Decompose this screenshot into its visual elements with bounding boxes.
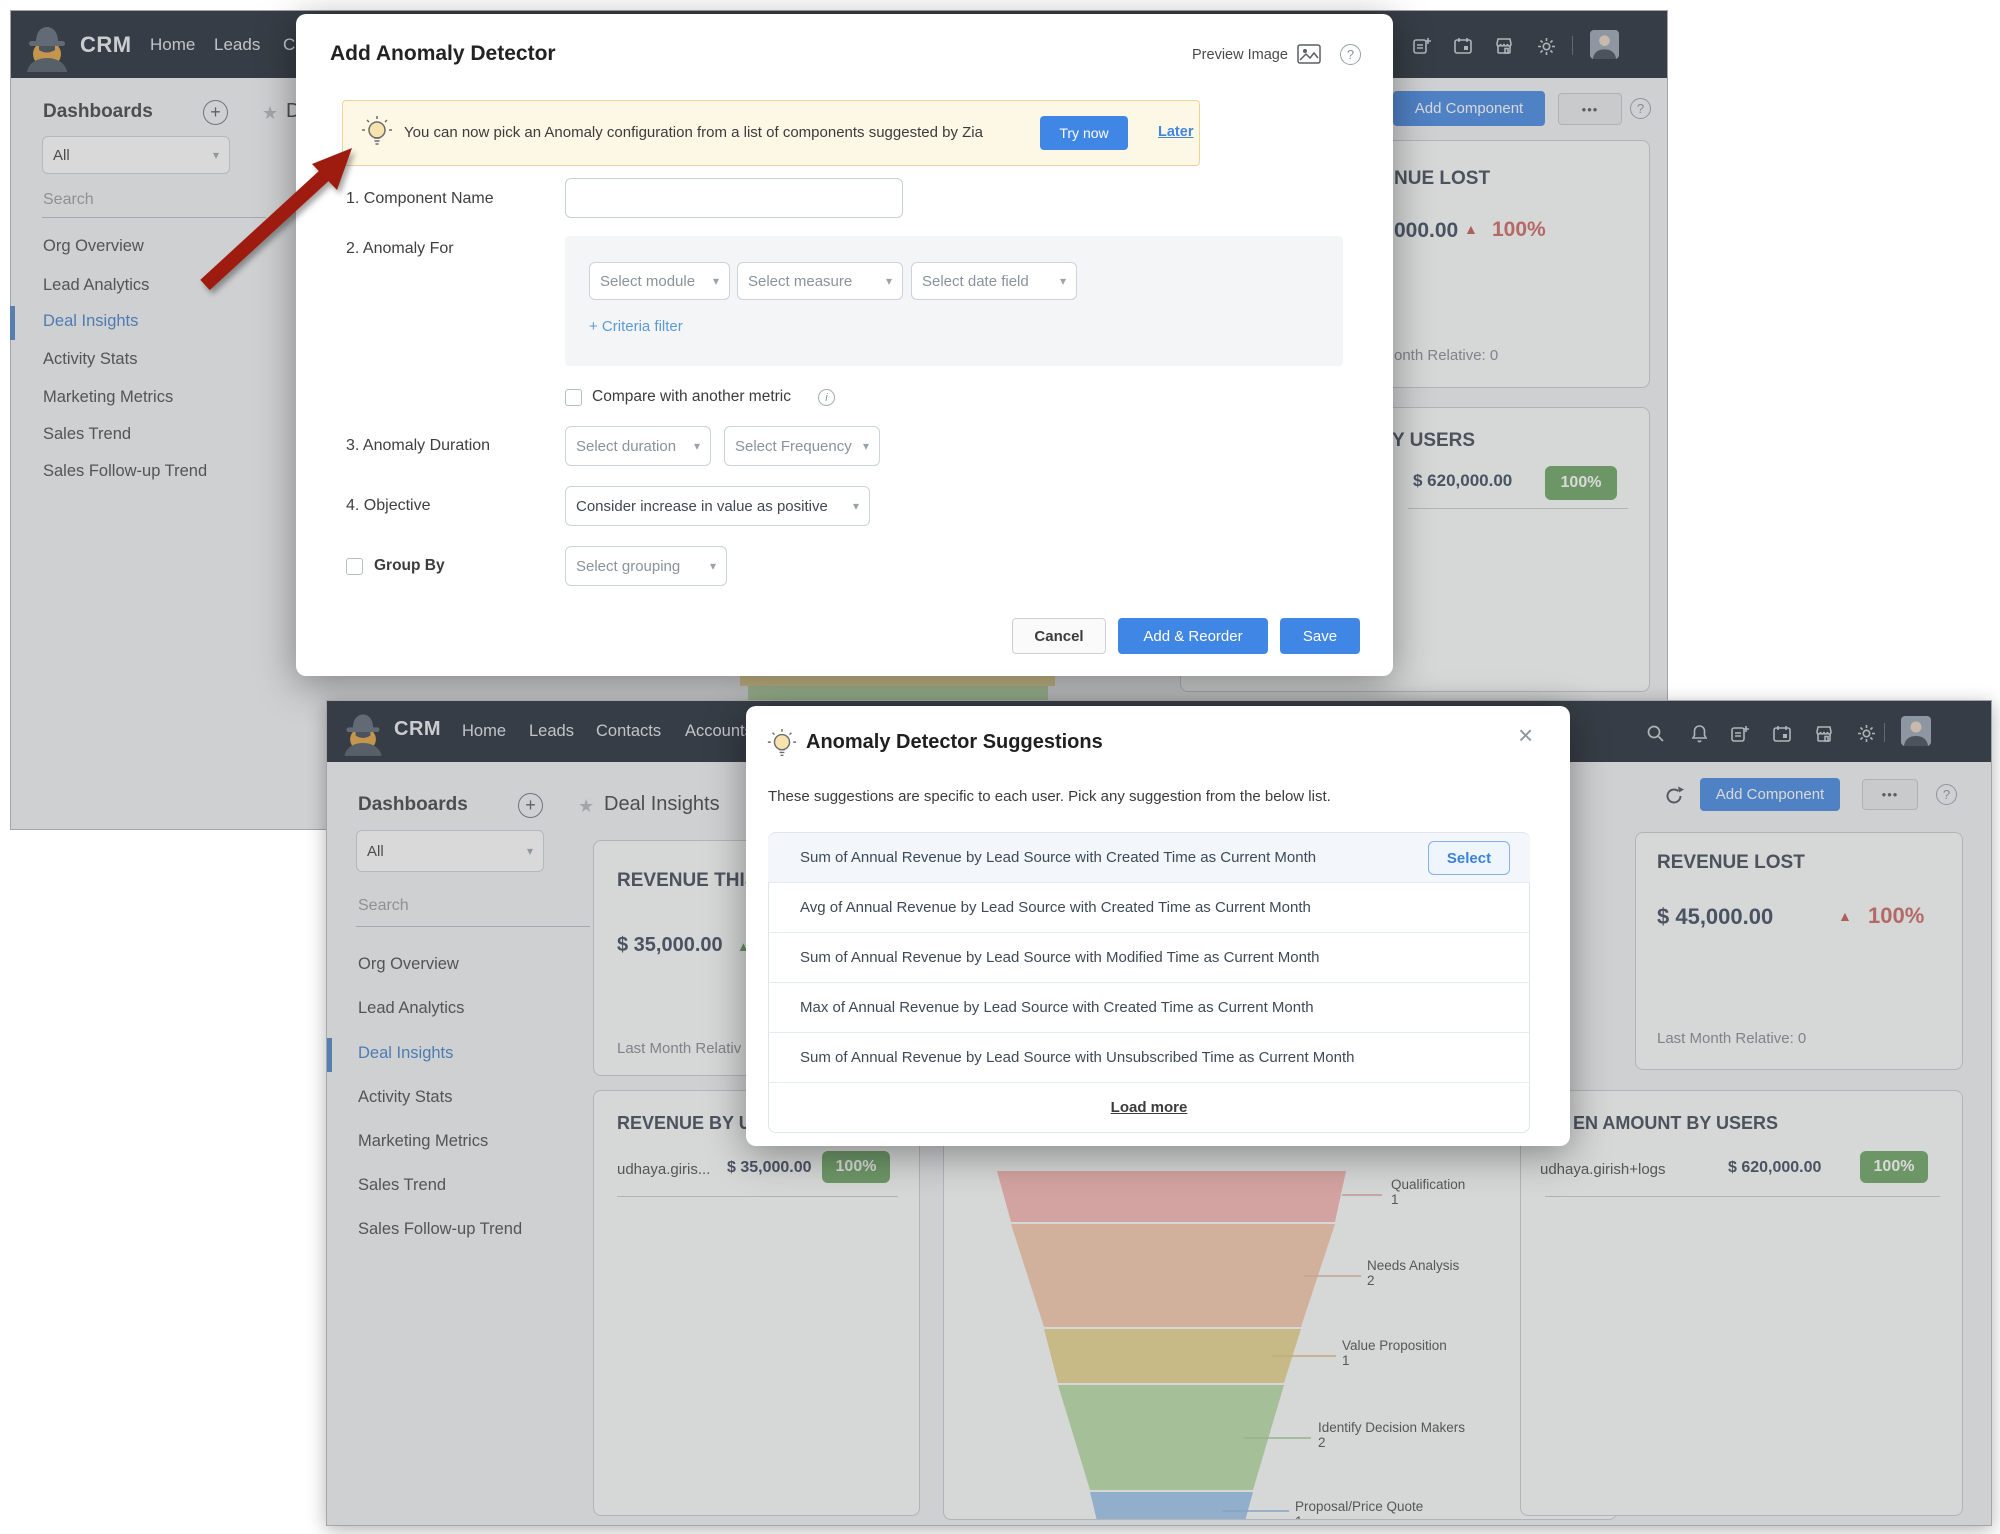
preview-image-icon[interactable] bbox=[1297, 44, 1321, 64]
preview-image-label[interactable]: Preview Image bbox=[1192, 47, 1288, 63]
suggestion-text-3: Sum of Annual Revenue by Lead Source wit… bbox=[768, 949, 1319, 966]
close-icon[interactable] bbox=[1518, 720, 1533, 751]
objective-label: 4. Objective bbox=[346, 497, 430, 515]
objective-dropdown[interactable]: Consider increase in value as positive bbox=[565, 486, 870, 526]
select-suggestion-button[interactable]: Select bbox=[1428, 841, 1510, 875]
select-duration-value: Select duration bbox=[576, 438, 676, 455]
objective-value: Consider increase in value as positive bbox=[576, 498, 828, 515]
suggestions-modal-title: Anomaly Detector Suggestions bbox=[806, 731, 1103, 754]
modal-help-icon[interactable] bbox=[1340, 44, 1361, 65]
suggestion-row-1[interactable]: Sum of Annual Revenue by Lead Source wit… bbox=[768, 833, 1530, 883]
compare-metric-checkbox[interactable] bbox=[565, 389, 582, 406]
zia-lightbulb-icon-2 bbox=[766, 726, 798, 762]
component-name-input[interactable] bbox=[565, 178, 903, 218]
select-module-value: Select module bbox=[600, 273, 695, 290]
suggestion-row-2[interactable]: Avg of Annual Revenue by Lead Source wit… bbox=[768, 883, 1530, 933]
select-measure-value: Select measure bbox=[748, 273, 852, 290]
load-more-link[interactable]: Load more bbox=[768, 1083, 1530, 1132]
select-frequency-value: Select Frequency bbox=[735, 438, 852, 455]
cancel-button[interactable]: Cancel bbox=[1012, 618, 1106, 654]
suggestion-text-2: Avg of Annual Revenue by Lead Source wit… bbox=[768, 899, 1311, 916]
anomaly-duration-label: 3. Anomaly Duration bbox=[346, 437, 490, 455]
save-button[interactable]: Save bbox=[1280, 618, 1360, 654]
try-now-button[interactable]: Try now bbox=[1040, 116, 1128, 150]
select-date-field-dropdown[interactable]: Select date field bbox=[911, 262, 1077, 300]
later-link[interactable]: Later bbox=[1158, 124, 1193, 140]
suggestion-row-3[interactable]: Sum of Annual Revenue by Lead Source wit… bbox=[768, 933, 1530, 983]
select-duration-dropdown[interactable]: Select duration bbox=[565, 426, 711, 466]
info-icon[interactable] bbox=[818, 389, 835, 406]
add-reorder-button[interactable]: Add & Reorder bbox=[1118, 618, 1268, 654]
suggestion-row-4[interactable]: Max of Annual Revenue by Lead Source wit… bbox=[768, 983, 1530, 1033]
select-module-dropdown[interactable]: Select module bbox=[589, 262, 730, 300]
suggestions-modal-subtitle: These suggestions are specific to each u… bbox=[768, 788, 1331, 805]
criteria-filter-link[interactable]: + Criteria filter bbox=[589, 318, 683, 335]
group-by-label: Group By bbox=[374, 557, 445, 575]
select-date-field-value: Select date field bbox=[922, 273, 1029, 290]
select-grouping-dropdown[interactable]: Select grouping bbox=[565, 546, 727, 586]
compare-metric-label: Compare with another metric bbox=[592, 388, 791, 406]
annotation-arrow bbox=[180, 130, 380, 320]
suggestion-text-4: Max of Annual Revenue by Lead Source wit… bbox=[768, 999, 1314, 1016]
select-frequency-dropdown[interactable]: Select Frequency bbox=[724, 426, 880, 466]
suggestion-text-1: Sum of Annual Revenue by Lead Source wit… bbox=[768, 849, 1316, 866]
suggestion-text-5: Sum of Annual Revenue by Lead Source wit… bbox=[768, 1049, 1354, 1066]
page-canvas: CRM Home Leads Contacts Dashboards All S… bbox=[0, 0, 2000, 1534]
select-measure-dropdown[interactable]: Select measure bbox=[737, 262, 903, 300]
zia-banner-message: You can now pick an Anomaly configuratio… bbox=[404, 124, 983, 141]
group-by-checkbox[interactable] bbox=[346, 558, 363, 575]
modal-title: Add Anomaly Detector bbox=[330, 42, 556, 66]
select-grouping-value: Select grouping bbox=[576, 558, 680, 575]
anomaly-for-panel bbox=[565, 236, 1343, 366]
suggestion-row-5[interactable]: Sum of Annual Revenue by Lead Source wit… bbox=[768, 1033, 1530, 1083]
